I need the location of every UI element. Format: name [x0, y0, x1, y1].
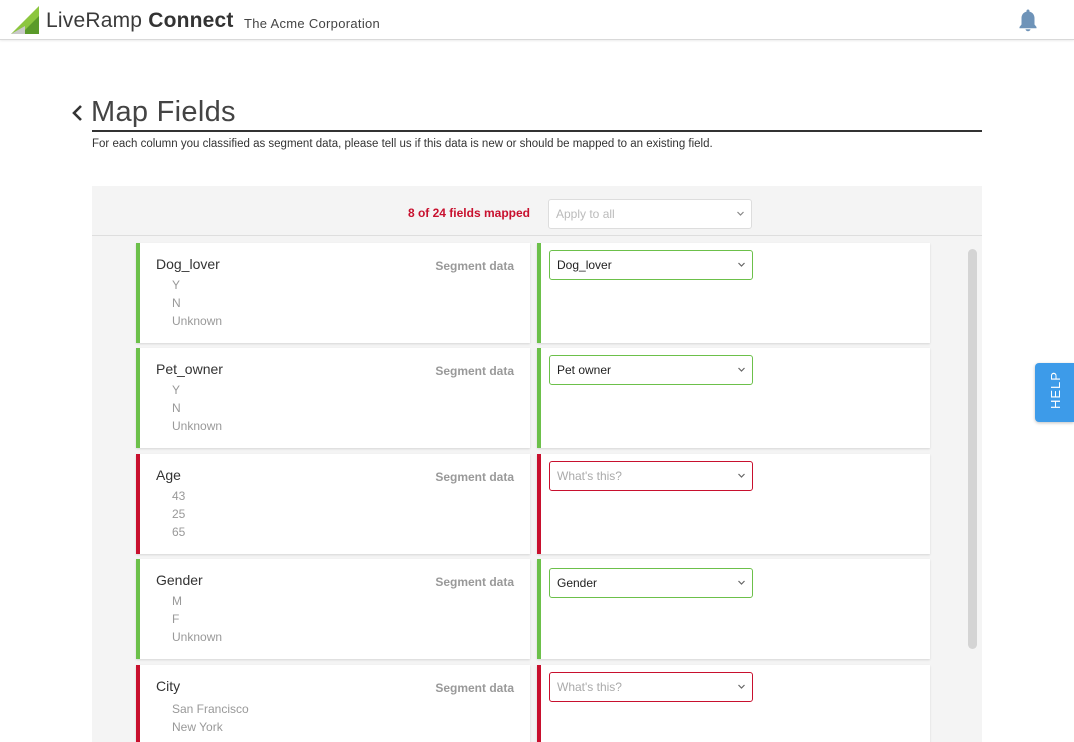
- panel-header: 8 of 24 fields mapped Apply to all: [92, 186, 982, 236]
- sample-value: 25: [172, 507, 186, 521]
- brand-light: LiveRamp: [46, 9, 143, 32]
- sample-value: N: [172, 296, 181, 310]
- scrollbar-thumb[interactable]: [968, 249, 977, 649]
- status-bar-mapped: [537, 348, 541, 448]
- field-name: Gender: [156, 572, 203, 588]
- bell-icon[interactable]: [1018, 8, 1038, 32]
- field-card-city: City Segment data San Francisco New York: [136, 665, 530, 742]
- mapping-panel: 8 of 24 fields mapped Apply to all Dog_l…: [92, 186, 982, 742]
- apply-to-all-placeholder: Apply to all: [556, 207, 615, 221]
- mapping-placeholder: What's this?: [557, 680, 622, 694]
- help-tab[interactable]: HELP: [1035, 363, 1074, 422]
- apply-to-all-select[interactable]: Apply to all: [548, 199, 752, 229]
- page-title: Map Fields: [91, 96, 236, 128]
- sample-value: F: [172, 612, 180, 626]
- liveramp-logo-icon[interactable]: [11, 6, 39, 34]
- field-type-label: Segment data: [435, 259, 514, 273]
- status-bar-unmapped: [537, 665, 541, 742]
- sample-value: Unknown: [172, 314, 223, 328]
- field-name: City: [156, 678, 181, 694]
- status-bar-unmapped: [136, 454, 140, 554]
- mapping-select[interactable]: Dog_lover: [549, 250, 753, 280]
- mapping-card-city: What's this?: [537, 665, 930, 742]
- field-name: Dog_lover: [156, 256, 220, 272]
- status-bar-mapped: [136, 348, 140, 448]
- mapping-card-dog-lover: Dog_lover: [537, 243, 930, 343]
- mapping-value: Dog_lover: [557, 258, 612, 272]
- sample-value: 43: [172, 489, 186, 503]
- field-name: Pet_owner: [156, 361, 223, 377]
- status-bar-unmapped: [136, 665, 140, 742]
- sample-value: San Francisco: [172, 702, 249, 716]
- field-type-label: Segment data: [435, 681, 514, 695]
- sample-value: N: [172, 401, 181, 415]
- sample-value: Unknown: [172, 419, 223, 433]
- company-name: The Acme Corporation: [244, 16, 381, 31]
- sample-value: New York: [172, 720, 223, 734]
- status-bar-mapped: [136, 559, 140, 659]
- sample-value: Unknown: [172, 630, 223, 644]
- chevron-left-icon[interactable]: [70, 104, 84, 122]
- chevron-down-icon: [737, 211, 744, 216]
- mapped-count: 8 of 24 fields mapped: [407, 206, 530, 220]
- field-card-dog-lover: Dog_lover Segment data Y N Unknown: [136, 243, 530, 343]
- field-name: Age: [156, 467, 181, 483]
- field-type-label: Segment data: [435, 470, 514, 484]
- mapping-card-age: What's this?: [537, 454, 930, 554]
- chevron-down-icon: [738, 580, 745, 585]
- sample-value: Y: [172, 278, 181, 292]
- mapping-select[interactable]: Pet owner: [549, 355, 753, 385]
- help-label: HELP: [1048, 371, 1063, 409]
- chevron-down-icon: [738, 684, 745, 689]
- status-bar-unmapped: [537, 454, 541, 554]
- field-type-label: Segment data: [435, 575, 514, 589]
- field-card-pet-owner: Pet_owner Segment data Y N Unknown: [136, 348, 530, 448]
- mapping-card-gender: Gender: [537, 559, 930, 659]
- field-type-label: Segment data: [435, 364, 514, 378]
- brand-name[interactable]: LiveRamp Connect: [46, 9, 234, 33]
- top-bar: LiveRamp Connect The Acme Corporation: [0, 0, 1074, 40]
- chevron-down-icon: [738, 367, 745, 372]
- status-bar-mapped: [136, 243, 140, 343]
- mapping-value: Pet owner: [557, 363, 612, 377]
- chevron-down-icon: [738, 262, 745, 267]
- mapping-card-pet-owner: Pet owner: [537, 348, 930, 448]
- status-bar-mapped: [537, 243, 541, 343]
- sample-value: Y: [172, 383, 181, 397]
- page-subtitle: For each column you classified as segmen…: [92, 138, 713, 150]
- chevron-down-icon: [738, 473, 745, 478]
- brand-bold: Connect: [148, 9, 234, 32]
- mapping-placeholder: What's this?: [557, 469, 622, 483]
- status-bar-mapped: [537, 559, 541, 659]
- mapping-select[interactable]: Gender: [549, 568, 753, 598]
- field-card-age: Age Segment data 43 25 65: [136, 454, 530, 554]
- field-card-gender: Gender Segment data M F Unknown: [136, 559, 530, 659]
- sample-value: 65: [172, 525, 186, 539]
- mapping-value: Gender: [557, 576, 598, 590]
- mapping-select[interactable]: What's this?: [549, 672, 753, 702]
- sample-value: M: [172, 594, 182, 608]
- mapping-select[interactable]: What's this?: [549, 461, 753, 491]
- title-divider: [92, 130, 982, 132]
